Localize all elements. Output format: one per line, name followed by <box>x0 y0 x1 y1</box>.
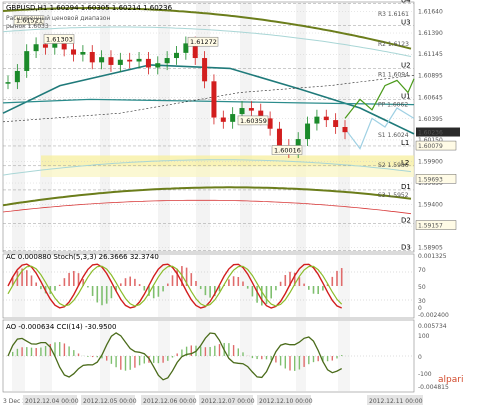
candle-body-23 <box>220 117 226 122</box>
price-axis-tick-5: 1.60395 <box>418 116 443 123</box>
flag-label-0: 1.60079 <box>418 143 443 150</box>
candle-body-3 <box>33 44 39 52</box>
candle-body-17 <box>164 58 170 64</box>
chart-svg: 1.615211.61303 1.612721.603591.600161.616… <box>2 0 463 405</box>
pivot-value-2: R1 1.6094 <box>378 71 409 78</box>
candle-body-24 <box>230 114 236 122</box>
ind2-axis-4: -0.004815 <box>418 384 449 391</box>
candle-body-10 <box>99 57 105 63</box>
pivot-value-4: S1 1.6024 <box>378 132 409 139</box>
ind1-axis-3: 30 <box>418 298 426 305</box>
price-axis-tick-3: 1.60895 <box>418 73 443 80</box>
price-annotation-1: 1.61303 <box>46 36 73 44</box>
ind1-axis-1: 70 <box>418 267 426 274</box>
candle-body-1 <box>14 70 20 83</box>
level-label-D2: D2 <box>401 217 411 225</box>
candle-body-32 <box>305 123 311 140</box>
candle-body-7 <box>71 49 77 55</box>
session-band-ind1-5 <box>240 255 252 317</box>
level-label-U3: U3 <box>401 18 411 26</box>
candle-body-25 <box>239 108 245 115</box>
candle-body-22 <box>211 81 217 118</box>
price-axis-tick-9: 1.59400 <box>418 202 443 209</box>
time-label-3: 2012.12.06 00:00 <box>143 398 197 405</box>
session-band-0 <box>12 3 25 251</box>
candle-body-15 <box>145 58 151 68</box>
candle-body-4 <box>42 44 48 48</box>
ind1-axis-5: -0.002400 <box>418 312 449 319</box>
ind2-axis-2: 0 <box>418 354 422 361</box>
time-label-1: 2012.12.04 00:00 <box>25 398 79 405</box>
candle-body-28 <box>267 118 273 129</box>
pivot-value-5: S2 1.5986 <box>378 162 409 169</box>
symbol-line: GBPUSD,H1 1.60294 1.60305 1.60214 1.6023… <box>6 4 173 12</box>
flag-label-1: 1.59693 <box>418 176 443 183</box>
current-price-label: 1.60236 <box>418 130 443 137</box>
candle-body-0 <box>5 82 11 84</box>
candle-body-11 <box>108 57 114 65</box>
candle-body-36 <box>342 127 348 133</box>
candle-body-9 <box>89 52 95 63</box>
candle-body-18 <box>174 52 179 59</box>
session-band-5 <box>240 3 252 251</box>
ind1-axis-2: 50 <box>418 284 426 291</box>
time-label-2: 2012.12.05 00:00 <box>83 398 137 405</box>
price-axis-tick-7: 1.59900 <box>418 158 443 165</box>
price-annotation-3: 1.60359 <box>240 117 267 125</box>
price-axis-tick-1: 1.61390 <box>418 30 443 37</box>
level-label-U2: U2 <box>401 61 411 69</box>
level-label-D1: D1 <box>401 183 411 191</box>
pivot-value-6: S3 1.5952 <box>378 192 409 199</box>
support-zone-lower <box>41 166 414 177</box>
level-label-D3: D3 <box>401 243 411 251</box>
price-axis-tick-0: 1.61640 <box>418 8 443 15</box>
time-label-5: 2012.12.10 00:00 <box>259 398 313 405</box>
candle-body-13 <box>127 59 133 62</box>
pivot-value-3: PP 1.6062 <box>378 102 408 109</box>
candle-body-29 <box>276 128 282 146</box>
candle-body-16 <box>155 63 161 68</box>
pivot-value-0: R3 1.6161 <box>378 11 409 18</box>
candle-body-34 <box>323 116 329 121</box>
price-axis-tick-11: 1.58905 <box>418 244 443 251</box>
range-note-line1: Расширенный ценовой диапазон <box>6 15 110 22</box>
ind2-axis-0: 0.005734 <box>418 323 447 330</box>
candle-body-21 <box>202 58 208 82</box>
candle-body-19 <box>183 43 189 53</box>
ind2-axis-3: -100 <box>418 371 432 378</box>
candle-body-12 <box>117 59 123 65</box>
candle-body-14 <box>136 58 142 62</box>
ind1-axis-0: 0.001325 <box>418 253 447 260</box>
chart-root: 1.61521 1.61303 1.61272 1.60359 1.60016 1.616… <box>0 0 500 408</box>
flag-label-2: 1.59157 <box>418 223 443 230</box>
range-note-line2: рынок 1.6033 <box>6 23 49 30</box>
level-label-U4: U4 <box>401 0 411 5</box>
indicator2-label: AO -0.000634 CCI(14) -30.9500 <box>6 323 116 331</box>
pivot-value-1: R2 1.6123 <box>378 41 409 48</box>
level-label-L1: L1 <box>401 139 409 147</box>
candle-body-35 <box>333 120 339 127</box>
session-band-3 <box>158 3 170 251</box>
price-annotation-2: 1.61272 <box>190 38 217 46</box>
ind1-axis-4: 0 <box>418 305 422 312</box>
price-axis-tick-4: 1.60645 <box>418 94 443 101</box>
price-axis-tick-2: 1.61145 <box>418 51 443 58</box>
indicator1-label: AC 0.000880 Stoch(5,3,3) 26.3666 32.3740 <box>6 253 159 261</box>
level-label-U1: U1 <box>401 92 411 100</box>
candle-body-2 <box>24 51 30 71</box>
session-band-2 <box>100 3 110 251</box>
candle-body-8 <box>80 52 86 55</box>
ind2-axis-1: 100 <box>418 333 430 340</box>
candle-body-33 <box>314 116 320 124</box>
session-band-6 <box>296 3 306 251</box>
time-label-6: 2012.12.11 00:00 <box>369 398 423 405</box>
price-annotation-4: 1.60016 <box>274 146 301 154</box>
candle-body-26 <box>248 108 254 111</box>
alpari-watermark: alpari <box>438 375 463 385</box>
time-label-4: 2012.12.07 00:00 <box>201 398 255 405</box>
